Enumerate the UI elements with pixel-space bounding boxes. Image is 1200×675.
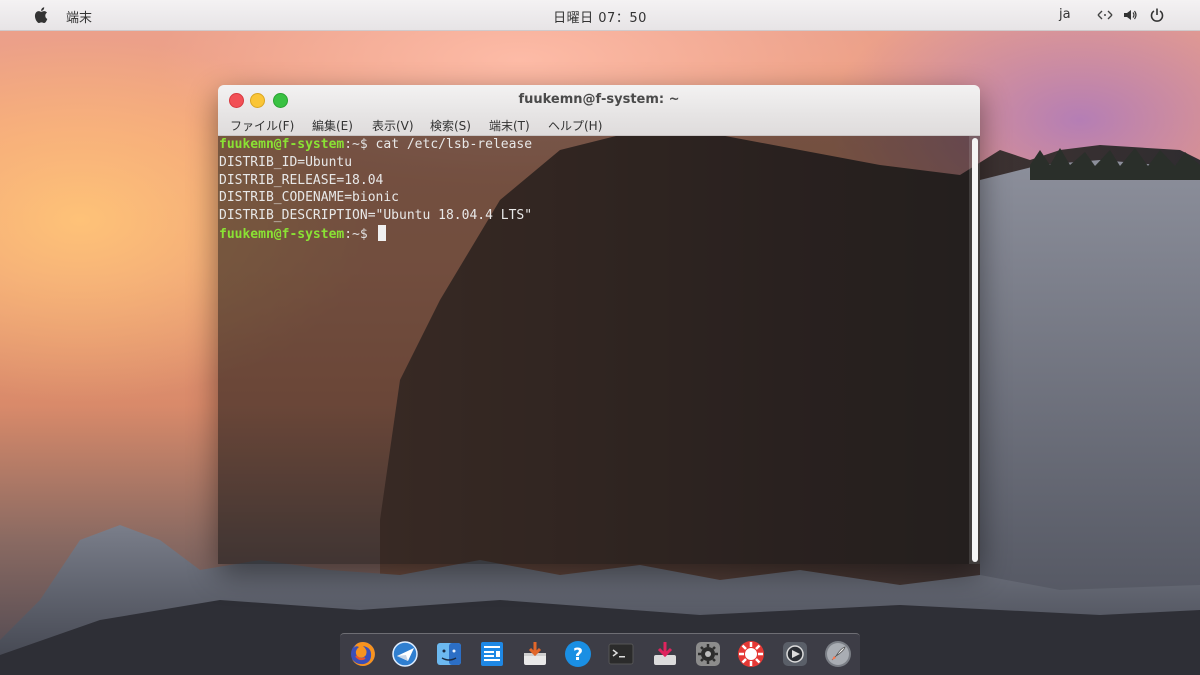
- input-language-indicator[interactable]: ja: [1059, 7, 1071, 22]
- prompt-user: fuukemn@f-system: [219, 137, 345, 152]
- menu-terminal[interactable]: 端末(T): [489, 117, 530, 134]
- terminal-scrollbar[interactable]: [969, 136, 980, 564]
- firefox-icon[interactable]: [348, 639, 378, 669]
- menu-file[interactable]: ファイル(F): [230, 117, 294, 134]
- svg-text:?: ?: [573, 645, 583, 665]
- menu-view[interactable]: 表示(V): [372, 117, 414, 134]
- window-title: fuukemn@f-system: ~: [518, 92, 680, 107]
- prompt-path: :~$: [344, 137, 368, 152]
- window-titlebar[interactable]: fuukemn@f-system: ~: [218, 85, 980, 115]
- desktop: 端末 日曜日 07：50 ja fuukemn@f-system: ~ ファイル…: [0, 0, 1200, 675]
- text-cursor: [377, 224, 386, 241]
- terminal-icon[interactable]: [606, 639, 636, 669]
- command-text: cat /etc/lsb-release: [375, 137, 533, 152]
- output-line: DISTRIB_DESCRIPTION="Ubuntu 18.04.4 LTS": [219, 208, 533, 224]
- installer-icon[interactable]: [520, 639, 550, 669]
- clock[interactable]: 日曜日 07：50: [0, 7, 1200, 26]
- menu-search[interactable]: 検索(S): [430, 117, 471, 134]
- media-player-icon[interactable]: [780, 639, 810, 669]
- prompt-user: fuukemn@f-system: [219, 226, 345, 242]
- output-line: DISTRIB_CODENAME=bionic: [219, 190, 400, 206]
- text-editor-icon[interactable]: [477, 639, 507, 669]
- terminal-active-prompt: fuukemn@f-system:~$: [219, 224, 532, 243]
- launchpad-rocket-icon[interactable]: [823, 639, 853, 669]
- software-center-icon[interactable]: [736, 639, 766, 669]
- volume-icon[interactable]: [1122, 7, 1138, 23]
- terminal-area[interactable]: fuukemn@f-system:~$ cat /etc/lsb-release…: [218, 136, 980, 564]
- terminal-command-line: fuukemn@f-system:~$ cat /etc/lsb-release: [219, 136, 532, 154]
- dock: ?: [340, 633, 860, 675]
- menu-help[interactable]: ヘルプ(H): [548, 117, 602, 134]
- window-menubar: ファイル(F) 編集(E) 表示(V) 検索(S) 端末(T) ヘルプ(H): [218, 115, 980, 136]
- power-icon[interactable]: [1149, 7, 1165, 23]
- terminal-window: fuukemn@f-system: ~ ファイル(F) 編集(E) 表示(V) …: [218, 85, 980, 564]
- top-menu-bar: 端末 日曜日 07：50 ja: [0, 0, 1200, 31]
- prompt-path: :~$: [344, 226, 368, 242]
- menu-edit[interactable]: 編集(E): [312, 117, 353, 134]
- browser-globe-icon[interactable]: [390, 639, 420, 669]
- output-line: DISTRIB_ID=Ubuntu: [219, 154, 353, 170]
- network-icon[interactable]: [1096, 7, 1114, 23]
- system-settings-icon[interactable]: [693, 639, 723, 669]
- help-icon[interactable]: ?: [563, 639, 593, 669]
- scrollbar-thumb[interactable]: [972, 138, 978, 562]
- downloads-icon[interactable]: [650, 639, 680, 669]
- terminal-output: fuukemn@f-system:~$ cat /etc/lsb-release…: [219, 136, 532, 243]
- output-line: DISTRIB_RELEASE=18.04: [219, 172, 384, 188]
- finder-icon[interactable]: [434, 639, 464, 669]
